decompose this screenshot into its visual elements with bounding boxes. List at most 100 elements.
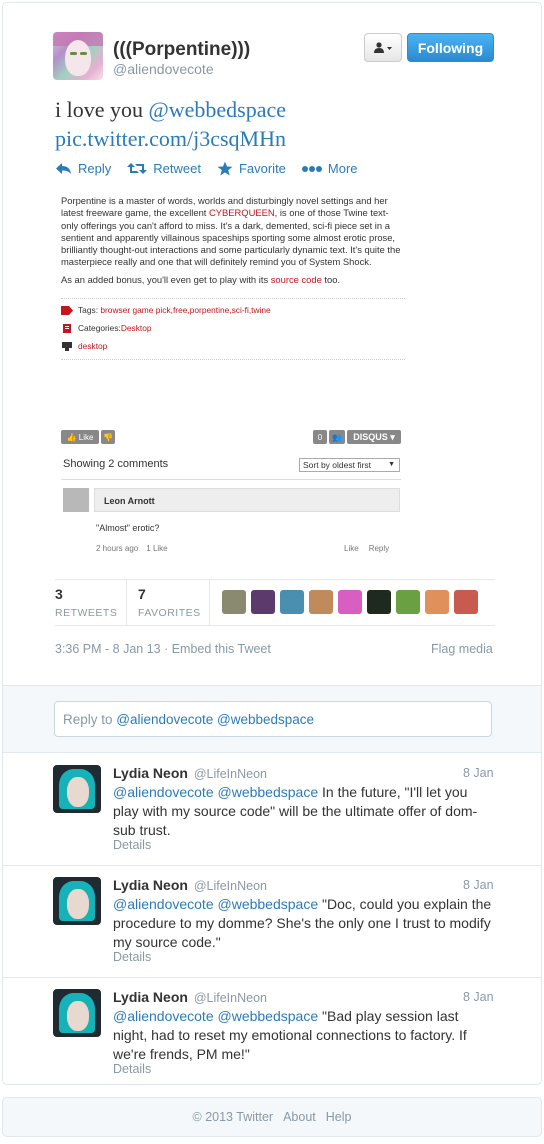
avatar-face [67,889,89,919]
author-name[interactable]: (((Porpentine))) [113,39,250,61]
retweets-stat[interactable]: 3 RETWEETS [55,586,117,619]
article-paragraph: As an added bonus, you'll even get to pl… [61,274,405,286]
cyberqueen-link[interactable]: CYBERQUEEN [209,207,275,218]
people-icon[interactable]: 👥 [329,430,345,444]
categories-label: Categories: [78,323,121,334]
article-paragraph: Porpentine is a master of words, worlds … [61,195,405,269]
following-button[interactable]: Following [407,33,494,62]
reply-avatar[interactable] [53,765,101,813]
favoriter-avatar[interactable] [251,590,275,614]
disqus-count: 0 [313,430,327,444]
tag-icon [61,306,73,316]
comment-actions: Like Reply [344,544,399,553]
retweets-label: RETWEETS [55,607,118,619]
tweet-pic-link[interactable]: pic.twitter.com/j3csqMHn [55,126,286,151]
reply-author[interactable]: Lydia Neon @LifeInNeon [113,765,267,781]
desktop-tag-link[interactable]: desktop [78,341,107,352]
disqus-divider [61,479,401,480]
favoriter-avatar[interactable] [454,590,478,614]
article-text: too. [321,273,341,285]
disqus-toolbar: 👍 Like 👎 0 👥 DISQUS ▾ [61,430,401,446]
reply-details-link[interactable]: Details [113,838,151,852]
tweet-timestamp[interactable]: 3:36 PM - 8 Jan 13 · Embed this Tweet [55,642,271,656]
reply-mentions[interactable]: @aliendovecote @webbedspace [113,896,318,912]
reply-details-link[interactable]: Details [113,950,151,964]
comment-like-button[interactable]: Like [344,544,359,553]
favorites-stat[interactable]: 7 FAVORITES [138,586,201,619]
comment-likes: 1 Like [146,544,168,553]
about-link[interactable]: About [283,1110,316,1124]
category-icon [63,324,71,334]
favoriter-avatar[interactable] [338,590,362,614]
stats-separator [209,579,210,625]
reply-avatar[interactable] [53,989,101,1037]
reply-author[interactable]: Lydia Neon @LifeInNeon [113,877,267,893]
favoriter-avatar[interactable] [396,590,420,614]
reply-tweet[interactable]: Lydia Neon @LifeInNeon 8 Jan @aliendovecot… [3,866,541,978]
retweet-icon [127,163,148,174]
reply-tweet[interactable]: Lydia Neon @LifeInNeon 8 Jan @aliendovecot… [3,978,541,1084]
disqus-sort-select[interactable]: Sort by oldest first ▼ [299,458,400,472]
reply-date[interactable]: 8 Jan [463,990,494,1004]
article-tags: Tags: browser game pick,free,porpentine,… [61,305,405,316]
favorites-count: 7 [138,586,146,602]
favorites-label: FAVORITES [138,607,201,619]
retweets-count: 3 [55,586,63,602]
tweet-mention-link[interactable]: @webbedspace [149,97,287,122]
stats-divider [55,579,495,580]
stats-divider [55,625,495,626]
reply-date[interactable]: 8 Jan [463,766,494,780]
favoriter-avatar[interactable] [280,590,304,614]
reply-action[interactable]: Reply [55,161,111,176]
stats-separator [126,579,127,625]
reply-placeholder: Reply to [63,712,117,727]
help-link[interactable]: Help [326,1110,352,1124]
desktop-icon [62,342,72,352]
retweet-action[interactable]: Retweet [127,161,201,176]
commenter-avatar[interactable] [63,488,89,512]
disqus-like-label: Like [78,432,94,442]
thumbs-down-icon[interactable]: 👎 [101,430,115,444]
source-code-link[interactable]: source code [271,274,322,285]
disqus-like-button[interactable]: 👍 Like [61,430,99,444]
disqus-brand-label: DISQUS [353,432,388,442]
avatar-face [67,777,89,807]
reply-mentions[interactable]: @aliendovecote @webbedspace [113,784,318,800]
reply-author-handle: @LifeInNeon [193,991,267,1005]
tags-label: Tags: [78,305,101,316]
disqus-brand-button[interactable]: DISQUS ▾ [347,430,401,444]
flag-media-link[interactable]: Flag media [431,642,493,656]
favoriter-avatar[interactable] [309,590,333,614]
author-handle[interactable]: @aliendovecote [113,61,214,77]
avatar-face [65,40,91,76]
comment-reply-button[interactable]: Reply [369,544,389,553]
reply-label: Reply [78,161,112,176]
tags-value[interactable]: browser game pick,free,porpentine,sci-fi… [100,305,270,315]
reply-author-handle: @LifeInNeon [193,767,267,781]
chevron-down-icon: ▼ [388,461,395,468]
star-icon [217,161,233,176]
author-avatar[interactable] [53,32,103,80]
tweet-actions: Reply Retweet Favorite More [55,161,374,176]
more-dots-icon [301,165,322,172]
page-footer: © 2013 Twitter About Help [2,1097,542,1137]
reply-details-link[interactable]: Details [113,1062,151,1076]
favoriter-avatar[interactable] [425,590,449,614]
favorite-action[interactable]: Favorite [217,161,286,176]
commenter-name[interactable]: Leon Arnott [94,488,400,512]
reply-avatar[interactable] [53,877,101,925]
more-action[interactable]: More [301,161,358,176]
user-actions-button[interactable] [364,33,402,62]
reply-area: Reply to @aliendovecote @webbedspace [3,685,541,753]
favoriter-avatar[interactable] [222,590,246,614]
reply-author[interactable]: Lydia Neon @LifeInNeon [113,989,267,1005]
reply-tweet[interactable]: Lydia Neon @LifeInNeon 8 Jan @aliendovecot… [3,754,541,866]
avatar-eye [80,52,87,55]
categories-value[interactable]: Desktop [121,323,152,334]
favoriter-avatar[interactable] [367,590,391,614]
reply-mentions: @aliendovecote @webbedspace [116,712,315,727]
reply-input[interactable]: Reply to @aliendovecote @webbedspace [54,701,492,737]
comment-time[interactable]: 2 hours ago [96,544,138,553]
reply-date[interactable]: 8 Jan [463,878,494,892]
reply-mentions[interactable]: @aliendovecote @webbedspace [113,1008,318,1024]
